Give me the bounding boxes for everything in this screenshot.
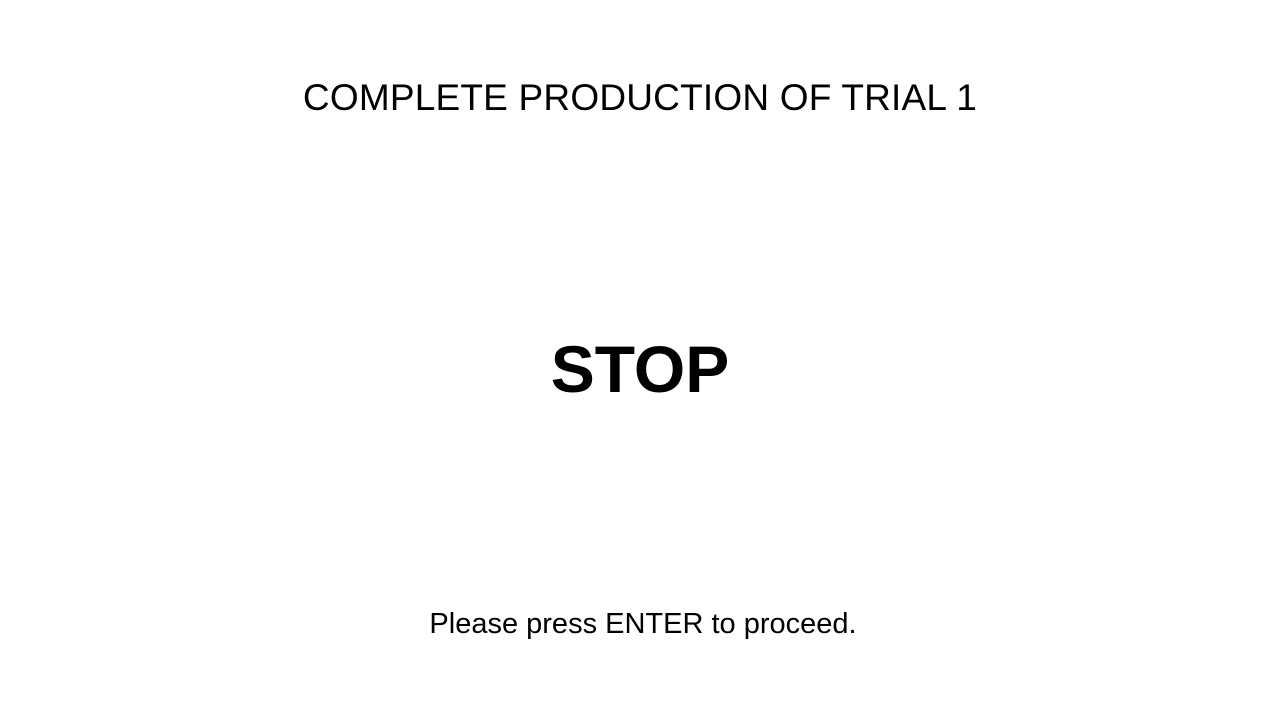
proceed-instruction: Please press ENTER to proceed. bbox=[429, 608, 857, 640]
stop-screen: COMPLETE PRODUCTION OF TRIAL 1 STOP Plea… bbox=[0, 0, 1280, 720]
trial-heading: COMPLETE PRODUCTION OF TRIAL 1 bbox=[302, 77, 978, 118]
stop-message: STOP bbox=[550, 332, 730, 406]
